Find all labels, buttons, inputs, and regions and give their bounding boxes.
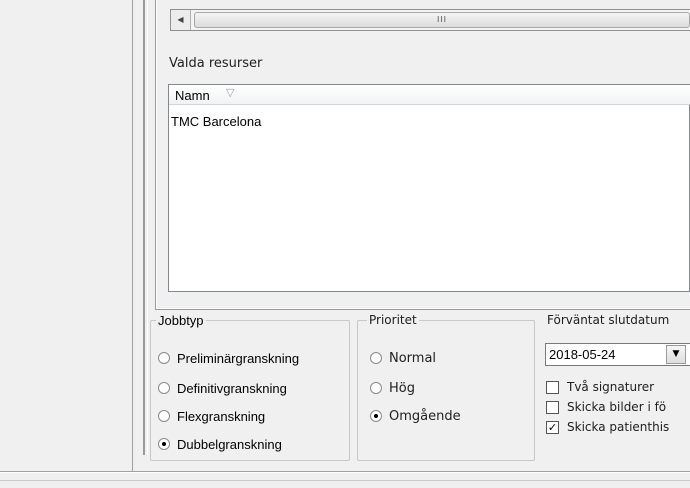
jobbtyp-group-title: Jobbtyp [156, 313, 206, 328]
radio-dubbelgranskning[interactable]: Dubbelgranskning [158, 433, 299, 455]
bottom-divider-highlight [0, 472, 690, 473]
list-header[interactable] [169, 85, 690, 105]
expected-end-date-label: Förväntat slutdatum [545, 313, 672, 327]
radio-button-icon[interactable] [370, 352, 382, 364]
radio-hog[interactable]: Hög [370, 377, 461, 399]
checkbox-icon[interactable] [546, 400, 559, 414]
splitter[interactable] [143, 0, 145, 455]
radio-normal[interactable]: Normal [370, 347, 461, 369]
checkbox-skicka-bilder[interactable]: Skicka bilder i fö [546, 397, 669, 417]
scrollbar-thumb[interactable]: III [194, 12, 690, 28]
radio-button-icon[interactable] [158, 352, 170, 364]
selected-resources-label: Valda resurser [169, 56, 263, 71]
checkmark-icon[interactable]: ✓ [546, 420, 559, 434]
prioritet-group-title: Prioritet [367, 313, 419, 327]
sort-descending-icon: ▽ [226, 86, 235, 99]
list-item[interactable]: TMC Barcelona [171, 114, 261, 129]
splitter-highlight [147, 0, 148, 455]
chevron-down-icon[interactable]: ▼ [666, 345, 686, 364]
left-panel [0, 0, 133, 472]
radio-button-checked-icon[interactable] [158, 438, 170, 450]
radio-button-icon[interactable] [158, 410, 170, 422]
radio-preliminargranskning[interactable]: Preliminärgranskning [158, 347, 299, 369]
radio-button-checked-icon[interactable] [370, 410, 382, 422]
radio-button-icon[interactable] [158, 382, 170, 394]
status-bar [0, 480, 690, 488]
checkbox-skicka-patienthistorik[interactable]: ✓ Skicka patienthis [546, 417, 669, 437]
radio-button-icon[interactable] [370, 382, 382, 394]
radio-omgaende[interactable]: Omgående [370, 405, 461, 427]
column-header-namn[interactable]: Namn [175, 88, 210, 103]
radio-flexgranskning[interactable]: Flexgranskning [158, 405, 299, 427]
scrollbar-grip: III [436, 15, 448, 24]
checkbox-tva-signaturer[interactable]: Två signaturer [546, 377, 669, 397]
radio-definitivgranskning[interactable]: Definitivgranskning [158, 377, 299, 399]
checkbox-icon[interactable] [546, 380, 559, 394]
scroll-left-arrow-icon[interactable]: ◀ [171, 10, 191, 30]
expected-end-date-value[interactable]: 2018-05-24 [549, 347, 616, 362]
